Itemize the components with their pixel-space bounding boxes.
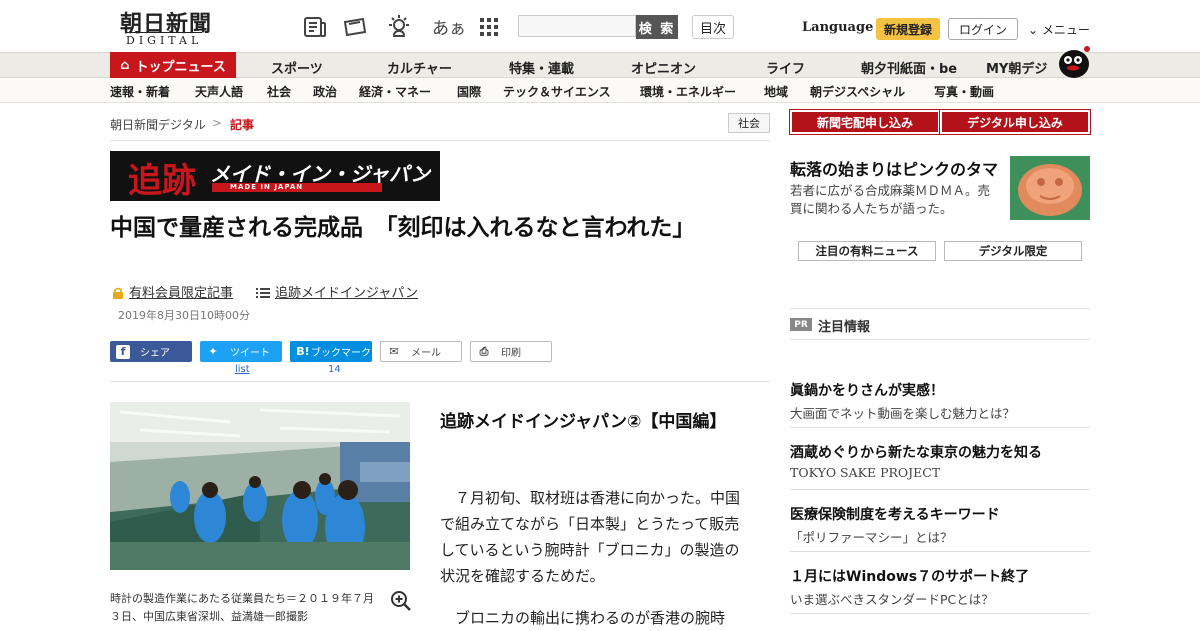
facebook-share-label: シェア bbox=[140, 348, 170, 359]
subnav-item-special[interactable]: 朝デジスペシャル bbox=[810, 83, 905, 100]
article-subhead: 追跡メイドインジャパン②【中国編】 bbox=[440, 412, 727, 432]
font-size-toggle[interactable]: あぁ bbox=[432, 14, 466, 39]
subnav-item-society[interactable]: 社会 bbox=[267, 83, 291, 100]
pr-item-title[interactable]: 医療保険制度を考えるキーワード bbox=[790, 504, 1000, 524]
twitter-share-label: ツイート bbox=[230, 348, 270, 359]
pr-badge: PR bbox=[790, 318, 812, 331]
print-button[interactable]: ⎙ 印刷 bbox=[470, 341, 552, 362]
series-banner-sub: MADE IN JAPAN bbox=[230, 183, 304, 191]
subnav-item-economy[interactable]: 経済・マネー bbox=[359, 83, 431, 100]
breadcrumb-separator: > bbox=[212, 116, 223, 130]
pr-item-title[interactable]: 眞鍋かをりさんが実感！ bbox=[790, 380, 944, 400]
hatena-count[interactable]: 14 bbox=[328, 364, 341, 375]
feature-title[interactable]: 転落の始まりはピンクのタマ bbox=[790, 156, 998, 180]
list-icon bbox=[256, 284, 270, 298]
feature-text: 若者に広がる合成麻薬ＭＤＭＡ。売買に関わる人たちが語った。 bbox=[790, 183, 991, 216]
site-logo-sub[interactable]: DIGITAL bbox=[126, 32, 203, 47]
language-link[interactable]: Language bbox=[802, 20, 873, 35]
twitter-count[interactable]: list bbox=[235, 364, 250, 375]
pr-item-sub[interactable]: いま選ぶべきスタンダードPCとは？ bbox=[790, 589, 994, 608]
gnav-item-opinion[interactable]: オピニオン bbox=[631, 58, 696, 77]
pr-item-sub[interactable]: 大画面でネット動画を楽しむ魅力とは？ bbox=[790, 403, 1015, 422]
twitter-share-button[interactable]: ✦ ツイート bbox=[200, 341, 282, 362]
print-label: 印刷 bbox=[501, 348, 521, 359]
chevron-right-icon: › bbox=[418, 163, 427, 188]
divider bbox=[790, 613, 1090, 614]
article-headline: 中国で量産される完成品 「刻印は入れるなと言われた」 bbox=[110, 215, 696, 241]
subnav-item-photo[interactable]: 写真・動画 bbox=[934, 83, 994, 100]
subnav-item-region[interactable]: 地域 bbox=[764, 83, 788, 100]
toc-button[interactable]: 目次 bbox=[692, 15, 734, 39]
facebook-share-button[interactable]: f シェア bbox=[110, 341, 192, 362]
divider bbox=[110, 140, 770, 141]
gnav-top-news[interactable]: ⌂ トップニュース bbox=[110, 52, 236, 78]
pr-item-sub[interactable]: 「ポリファーマシー」とは？ bbox=[790, 527, 953, 546]
gnav-item-culture[interactable]: カルチャー bbox=[387, 58, 452, 77]
subnav-item-tech[interactable]: テック＆サイエンス bbox=[503, 83, 611, 100]
pr-section-title: 注目情報 bbox=[818, 320, 871, 335]
hatena-icon: B! bbox=[296, 345, 310, 358]
series-banner-mark: 追跡 bbox=[128, 161, 196, 201]
series-link[interactable]: 追跡メイドインジャパン bbox=[275, 282, 418, 301]
menu-label: メニュー bbox=[1041, 23, 1090, 37]
zoom-in-icon[interactable] bbox=[390, 590, 412, 612]
divider bbox=[790, 308, 1090, 309]
article-paragraph: ブロニカの輸出に携わるのが香港の腕時 bbox=[455, 609, 726, 627]
login-button[interactable]: ログイン bbox=[948, 18, 1018, 40]
newspaper-icon[interactable] bbox=[302, 14, 328, 40]
subnav-item-world[interactable]: 国際 bbox=[457, 83, 481, 100]
print-icon: ⎙ bbox=[479, 344, 489, 358]
tab-digital-only[interactable]: デジタル限定 bbox=[944, 241, 1082, 261]
subnav-item-environment[interactable]: 環境・エネルギー bbox=[640, 83, 736, 100]
mail-share-button[interactable]: ✉ メール bbox=[380, 341, 462, 362]
gnav-item-features[interactable]: 特集・連載 bbox=[509, 58, 574, 77]
twitter-icon: ✦ bbox=[208, 345, 218, 358]
divider bbox=[790, 489, 1090, 490]
divider bbox=[110, 381, 770, 382]
gnav-item-sports[interactable]: スポーツ bbox=[271, 58, 323, 77]
signup-button[interactable]: 新規登録 bbox=[876, 18, 940, 40]
search-input[interactable] bbox=[518, 15, 636, 37]
feature-thumbnail[interactable] bbox=[1010, 156, 1090, 220]
gnav-item-paper[interactable]: 朝夕刊紙面・be bbox=[861, 58, 957, 77]
divider bbox=[790, 339, 1090, 340]
paper-subscribe-button[interactable]: 新聞宅配申し込み bbox=[789, 109, 941, 135]
chevron-down-icon: ⌄ bbox=[1028, 23, 1039, 37]
ticket-icon[interactable] bbox=[342, 14, 368, 40]
search-button[interactable]: 検 索 bbox=[636, 15, 678, 39]
publish-date: 2019年8月30日10時00分 bbox=[118, 309, 250, 322]
pr-item-title[interactable]: 酒蔵めぐりから新たな東京の魅力を知る bbox=[790, 442, 1042, 462]
mascot-icon[interactable] bbox=[1056, 44, 1092, 78]
home-icon: ⌂ bbox=[120, 57, 130, 73]
pr-item-title[interactable]: １月にはWindows７のサポート終了 bbox=[790, 566, 1029, 586]
weather-icon[interactable] bbox=[386, 14, 412, 40]
gnav-item-my[interactable]: MY朝デジ bbox=[986, 58, 1047, 77]
grid-menu-icon[interactable] bbox=[476, 14, 502, 40]
photo-caption: 時計の製造作業にあたる従業員たち＝２０１９年７月３日、中国広東省深圳、益満雄一郎… bbox=[110, 592, 374, 623]
subnav-item-latest[interactable]: 速報・新着 bbox=[110, 83, 170, 100]
hatena-bookmark-button[interactable]: B! ブックマーク bbox=[290, 341, 372, 362]
divider bbox=[790, 551, 1090, 552]
article-paragraph: ７月初旬、取材班は香港に向かった。中国で組み立てながら「日本製」とうたって販売し… bbox=[440, 489, 741, 585]
facebook-icon: f bbox=[116, 344, 130, 359]
tab-paid-news[interactable]: 注目の有料ニュース bbox=[798, 241, 936, 261]
category-tag[interactable]: 社会 bbox=[728, 113, 770, 133]
digital-subscribe-button[interactable]: デジタル申し込み bbox=[939, 109, 1091, 135]
subnav-item-politics[interactable]: 政治 bbox=[313, 83, 337, 100]
breadcrumb-home[interactable]: 朝日新聞デジタル bbox=[110, 116, 206, 133]
lock-icon bbox=[112, 284, 124, 299]
pr-item-sub[interactable]: TOKYO SAKE PROJECT bbox=[790, 465, 940, 480]
breadcrumb-current: 記事 bbox=[230, 118, 255, 132]
mail-share-label: メール bbox=[411, 348, 441, 359]
article-photo[interactable] bbox=[110, 402, 410, 570]
gnav-top-label: トップニュース bbox=[135, 59, 226, 75]
mail-icon: ✉ bbox=[389, 345, 399, 358]
premium-label-link[interactable]: 有料会員限定記事 bbox=[129, 282, 233, 301]
menu-button[interactable]: ⌄ メニュー bbox=[1028, 21, 1090, 38]
subnav-item-tenseijingo[interactable]: 天声人語 bbox=[195, 83, 243, 100]
divider bbox=[790, 427, 1090, 428]
gnav-item-life[interactable]: ライフ bbox=[766, 58, 805, 77]
hatena-share-label: ブックマーク bbox=[311, 348, 371, 359]
